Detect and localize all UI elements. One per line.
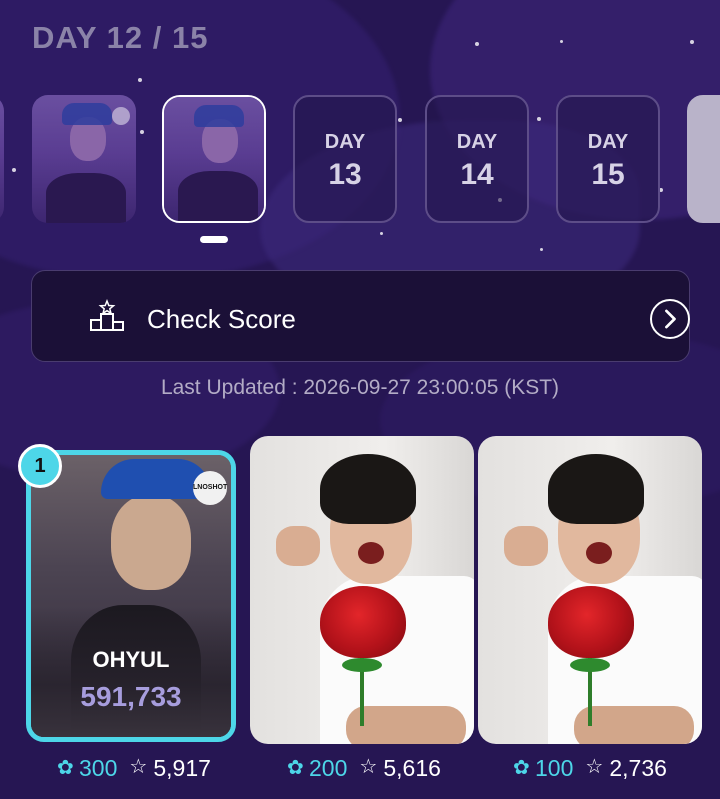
ticket-icon: ✿ (513, 757, 530, 779)
ticket-count: 100 (535, 754, 574, 781)
day-thumb-10[interactable] (0, 95, 4, 223)
candidate-card-2[interactable] (250, 436, 474, 744)
day-label: DAY (456, 131, 498, 153)
selected-indicator (200, 236, 228, 243)
page-title: DAY 12 / 15 (32, 20, 209, 55)
ticket-icon: ✿ (57, 757, 74, 779)
day-label: DAY (587, 131, 629, 153)
card-2-votes: ✿ 200 ☆ 5,616 (287, 754, 441, 782)
day-button-15[interactable]: DAY 15 (556, 95, 660, 223)
brand-logo: LNOSHOT (193, 471, 227, 505)
day-label: DAY (324, 131, 366, 153)
star-count: 5,616 (383, 754, 441, 781)
day-thumb-12-selected[interactable] (162, 95, 266, 223)
day-button-13[interactable]: DAY 13 (293, 95, 397, 223)
rose-image (548, 586, 634, 658)
day-button-14[interactable]: DAY 14 (425, 95, 529, 223)
podium-icon (90, 298, 124, 331)
check-score-button[interactable]: Check Score (31, 270, 690, 362)
candidate-name: OHYUL (92, 647, 170, 672)
candidate-score: 591,733 (80, 681, 182, 712)
rose-image (320, 586, 406, 658)
card-1-votes: ✿ 300 ☆ 5,917 (57, 754, 211, 782)
star-icon: ☆ (585, 756, 604, 778)
candidate-card-1[interactable]: LNOSHOT OHYUL 591,733 (26, 450, 236, 742)
star-count: 2,736 (609, 754, 667, 781)
ticket-icon: ✿ (287, 757, 304, 779)
ticket-count: 200 (309, 754, 348, 781)
star-count: 5,917 (153, 754, 211, 781)
last-updated-text: Last Updated : 2026-09-27 23:00:05 (KST) (160, 376, 560, 399)
star-icon: ☆ (129, 756, 148, 778)
chevron-right-icon (650, 299, 690, 339)
star-icon: ☆ (359, 756, 378, 778)
day-number: 13 (328, 158, 362, 191)
candidate-card-3[interactable] (478, 436, 702, 744)
card-3-votes: ✿ 100 ☆ 2,736 (513, 754, 667, 782)
day-button-next[interactable] (687, 95, 720, 223)
check-score-label: Check Score (147, 304, 296, 334)
rank-badge: 1 (18, 444, 62, 488)
day-number: 15 (591, 158, 625, 191)
ticket-count: 300 (79, 754, 118, 781)
day-thumb-11[interactable] (32, 95, 136, 223)
day-number: 14 (460, 158, 494, 191)
